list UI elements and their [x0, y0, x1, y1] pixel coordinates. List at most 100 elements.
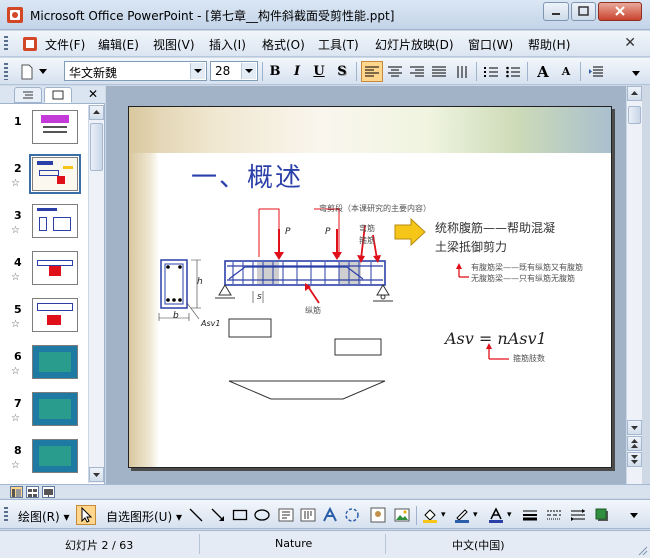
- scroll-up-button[interactable]: [89, 105, 104, 120]
- toolbar-grip[interactable]: [4, 507, 8, 523]
- menu-insert[interactable]: 插入(I): [209, 36, 246, 53]
- menu-grip[interactable]: [4, 36, 8, 52]
- menu-file[interactable]: 文件(F): [45, 36, 85, 53]
- menu-edit[interactable]: 编辑(E): [98, 36, 139, 53]
- rectangle-tool[interactable]: [232, 507, 248, 523]
- clipart-tool[interactable]: [370, 507, 386, 523]
- slide-thumb-1[interactable]: 1: [0, 105, 88, 151]
- chevron-down-icon[interactable]: ▾: [507, 510, 512, 520]
- menu-tools[interactable]: 工具(T): [318, 36, 359, 53]
- textbox-tool[interactable]: [278, 507, 294, 523]
- toolbar-separator: [580, 62, 581, 81]
- scroll-thumb[interactable]: [628, 106, 641, 124]
- align-center-button[interactable]: [384, 61, 406, 82]
- new-button[interactable]: [16, 61, 38, 82]
- toolbar-options-button[interactable]: [628, 61, 644, 82]
- slide-canvas[interactable]: 一、概述 弯剪段（本课研究的主要内容） P P 弯筋 箍筋 纵筋 h b s A…: [128, 106, 612, 468]
- support-left: [218, 284, 232, 296]
- restore-button[interactable]: [571, 2, 596, 21]
- vertical-text-button[interactable]: [451, 61, 473, 82]
- minimize-icon: [552, 13, 560, 15]
- toolbar-grip[interactable]: [4, 63, 8, 80]
- menu-view[interactable]: 视图(V): [153, 36, 195, 53]
- slide-scrollbar[interactable]: [626, 86, 642, 484]
- menu-slideshow[interactable]: 幻灯片放映(D): [375, 36, 454, 53]
- previous-slide-button[interactable]: [627, 436, 642, 451]
- shape-rect-left[interactable]: [228, 318, 272, 338]
- dash-style-tool[interactable]: [546, 507, 562, 523]
- shape-rect-right[interactable]: [334, 338, 382, 356]
- slides-scrollbar[interactable]: [88, 105, 104, 483]
- scroll-down-button[interactable]: [89, 467, 104, 482]
- bullets-button[interactable]: [502, 61, 524, 82]
- align-right-button[interactable]: [406, 61, 428, 82]
- numbering-button[interactable]: [480, 61, 502, 82]
- font-name-combo[interactable]: 华文新魏: [64, 61, 207, 81]
- new-dropdown[interactable]: [36, 61, 50, 82]
- resize-grip-icon[interactable]: [636, 544, 648, 556]
- toolbar-options-button[interactable]: [630, 507, 644, 523]
- cross-section-stirrup: [164, 263, 184, 305]
- slide-thumb-2[interactable]: 2 ☆: [0, 152, 88, 198]
- arrow-style-tool[interactable]: [570, 507, 586, 523]
- italic-button[interactable]: I: [286, 61, 308, 82]
- slideshow-button[interactable]: [42, 486, 55, 498]
- font-color-tool[interactable]: [488, 507, 504, 523]
- line-tool[interactable]: [188, 507, 204, 523]
- select-objects-button[interactable]: [76, 505, 96, 525]
- line-style-tool[interactable]: [522, 507, 538, 523]
- slide-thumb-8[interactable]: 8 ☆: [0, 434, 88, 480]
- scroll-up-button[interactable]: [627, 86, 642, 101]
- menu-window[interactable]: 窗口(W): [468, 36, 513, 53]
- chevron-down-icon[interactable]: [241, 63, 256, 79]
- menu-help[interactable]: 帮助(H): [528, 36, 570, 53]
- slide-sorter-button[interactable]: [26, 486, 39, 498]
- next-slide-button[interactable]: [627, 452, 642, 467]
- decrease-indent-button[interactable]: [585, 61, 607, 82]
- grow-font-button[interactable]: A: [532, 61, 554, 82]
- distribute-button[interactable]: [428, 61, 450, 82]
- draw-menu-button[interactable]: 绘图(R) ▾: [18, 508, 70, 525]
- menu-format[interactable]: 格式(O): [262, 36, 305, 53]
- close-pane-icon[interactable]: ✕: [88, 87, 98, 101]
- chevron-down-icon[interactable]: [190, 63, 205, 79]
- wordart-tool[interactable]: [322, 506, 338, 523]
- document-close-icon[interactable]: ✕: [624, 35, 636, 51]
- fill-color-tool[interactable]: [422, 507, 438, 523]
- close-button[interactable]: [598, 2, 642, 21]
- pen-icon: [455, 509, 469, 523]
- normal-view-button[interactable]: [10, 486, 23, 498]
- tab-slides[interactable]: [44, 87, 72, 103]
- line-color-tool[interactable]: [454, 507, 470, 523]
- tab-outline[interactable]: [14, 87, 42, 103]
- slide-thumb-5[interactable]: 5 ☆: [0, 293, 88, 339]
- scroll-down-button[interactable]: [627, 420, 642, 435]
- font-size-combo[interactable]: 28: [210, 61, 258, 81]
- powerpoint-app-icon[interactable]: [6, 6, 24, 24]
- shape-trapezoid[interactable]: [228, 380, 386, 400]
- autoshapes-button[interactable]: 自选图形(U) ▾: [106, 508, 182, 525]
- slide-thumb-4[interactable]: 4 ☆: [0, 246, 88, 292]
- slide-thumb-6[interactable]: 6 ☆: [0, 340, 88, 386]
- minimize-button[interactable]: [543, 2, 569, 21]
- oval-tool[interactable]: [254, 507, 270, 523]
- chevron-down-icon[interactable]: ▾: [473, 510, 478, 520]
- arrow-tool[interactable]: [210, 507, 226, 523]
- shrink-font-button[interactable]: A: [555, 61, 577, 82]
- picture-icon: [394, 508, 410, 522]
- slide-thumb-7[interactable]: 7 ☆: [0, 387, 88, 433]
- scroll-thumb[interactable]: [90, 123, 103, 171]
- underline-button[interactable]: U: [308, 61, 330, 82]
- bold-button[interactable]: B: [264, 61, 286, 82]
- shadow-style-tool[interactable]: [594, 507, 610, 523]
- picture-tool[interactable]: [394, 507, 410, 523]
- chevron-down-icon[interactable]: ▾: [441, 510, 446, 520]
- chevron-up-icon: [631, 91, 638, 95]
- document-icon[interactable]: [22, 36, 38, 52]
- shadow-button[interactable]: S: [331, 61, 353, 82]
- align-left-button[interactable]: [361, 61, 383, 82]
- slide-thumb-3[interactable]: 3 ☆: [0, 199, 88, 245]
- vertical-textbox-tool[interactable]: [300, 507, 316, 523]
- toolbar-separator: [416, 506, 417, 525]
- diagram-tool[interactable]: [344, 507, 360, 523]
